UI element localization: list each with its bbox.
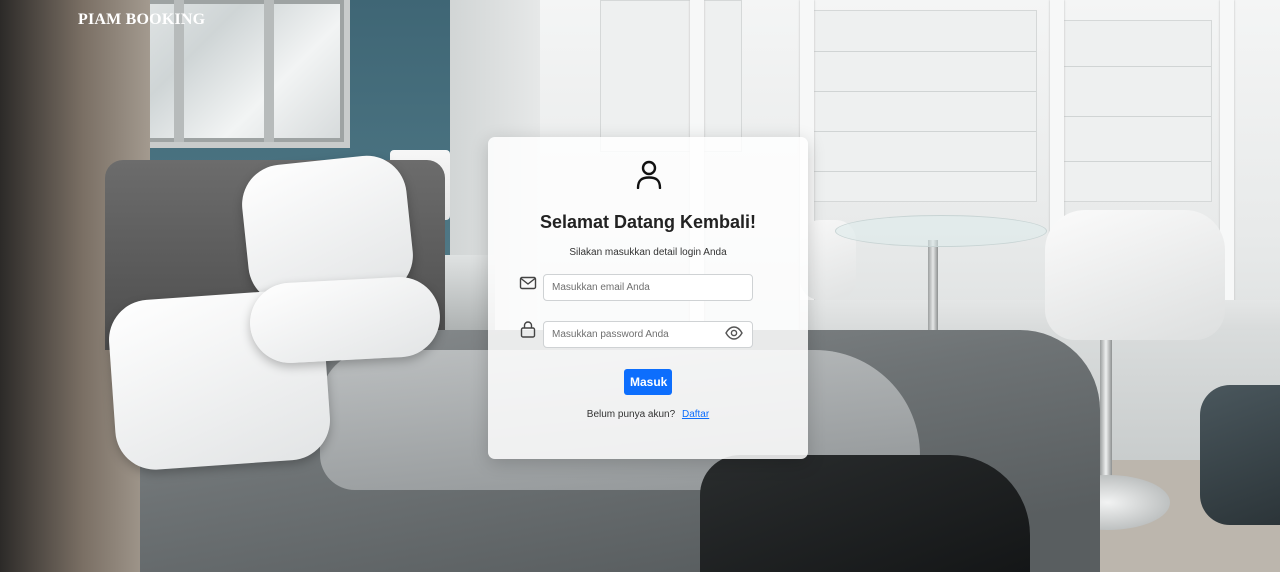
register-row: Belum punya akun? Daftar bbox=[488, 409, 808, 420]
building-shape bbox=[1060, 20, 1212, 202]
login-title: Selamat Datang Kembali! bbox=[539, 212, 757, 232]
login-button[interactable]: Masuk bbox=[624, 369, 672, 395]
eye-icon[interactable] bbox=[725, 326, 743, 340]
email-input[interactable] bbox=[543, 274, 753, 301]
lock-icon bbox=[520, 321, 536, 338]
password-input[interactable] bbox=[543, 321, 753, 348]
building-shape bbox=[805, 10, 1037, 202]
black-shirt bbox=[700, 455, 1030, 572]
user-icon bbox=[636, 160, 662, 189]
brand-logo[interactable]: PIAM BOOKING bbox=[78, 11, 205, 29]
glass-table bbox=[835, 215, 1047, 247]
register-link[interactable]: Daftar bbox=[682, 409, 709, 420]
register-prompt: Belum punya akun? bbox=[586, 409, 676, 420]
building-shape bbox=[600, 0, 742, 152]
login-card: Selamat Datang Kembali! Silakan masukkan… bbox=[488, 137, 808, 459]
dark-chair bbox=[1200, 385, 1280, 525]
white-stool bbox=[1045, 210, 1225, 340]
login-subtitle: Silakan masukkan detail login Anda bbox=[569, 247, 727, 258]
mail-icon bbox=[519, 276, 537, 290]
pillow bbox=[248, 275, 442, 365]
